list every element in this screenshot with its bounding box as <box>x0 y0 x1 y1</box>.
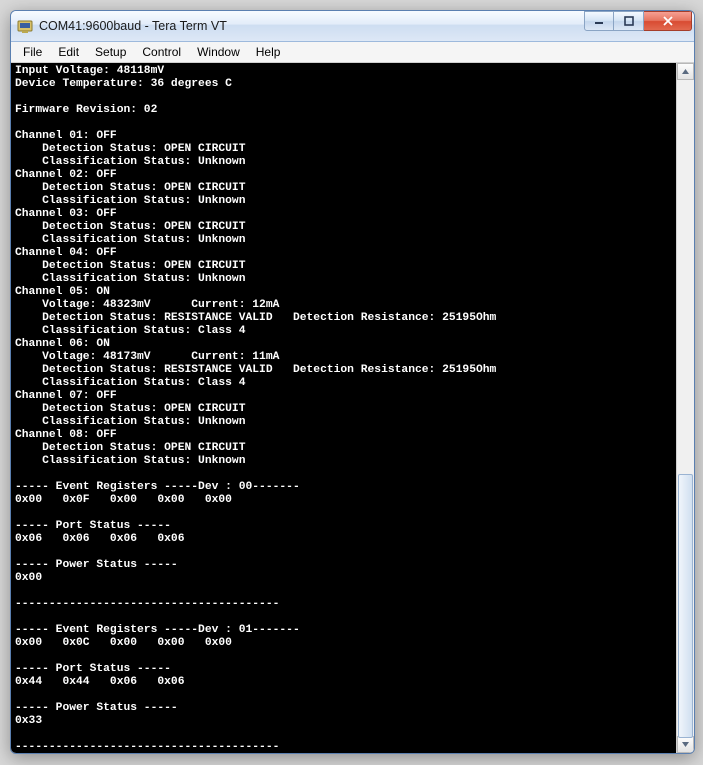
app-window: COM41:9600baud - Tera Term VT File Edit … <box>10 10 695 754</box>
terminal-output[interactable]: Input Voltage: 48118mV Device Temperatur… <box>11 63 677 753</box>
titlebar[interactable]: COM41:9600baud - Tera Term VT <box>11 11 694 42</box>
menu-help[interactable]: Help <box>248 43 289 61</box>
maximize-button[interactable] <box>614 11 644 31</box>
menu-window[interactable]: Window <box>189 43 248 61</box>
scroll-down-button[interactable] <box>677 736 694 753</box>
minimize-button[interactable] <box>584 11 614 31</box>
scrollbar-track[interactable] <box>677 80 694 736</box>
window-title: COM41:9600baud - Tera Term VT <box>39 19 584 33</box>
scrollbar-thumb[interactable] <box>678 474 693 738</box>
menu-setup[interactable]: Setup <box>87 43 134 61</box>
vertical-scrollbar[interactable] <box>676 63 694 753</box>
terminal-container: Input Voltage: 48118mV Device Temperatur… <box>11 63 694 753</box>
app-icon <box>17 18 33 34</box>
menu-edit[interactable]: Edit <box>50 43 87 61</box>
menu-control[interactable]: Control <box>134 43 189 61</box>
menubar: File Edit Setup Control Window Help <box>11 42 694 63</box>
scroll-up-button[interactable] <box>677 63 694 80</box>
close-button[interactable] <box>644 11 692 31</box>
menu-file[interactable]: File <box>15 43 50 61</box>
window-controls <box>584 11 692 31</box>
